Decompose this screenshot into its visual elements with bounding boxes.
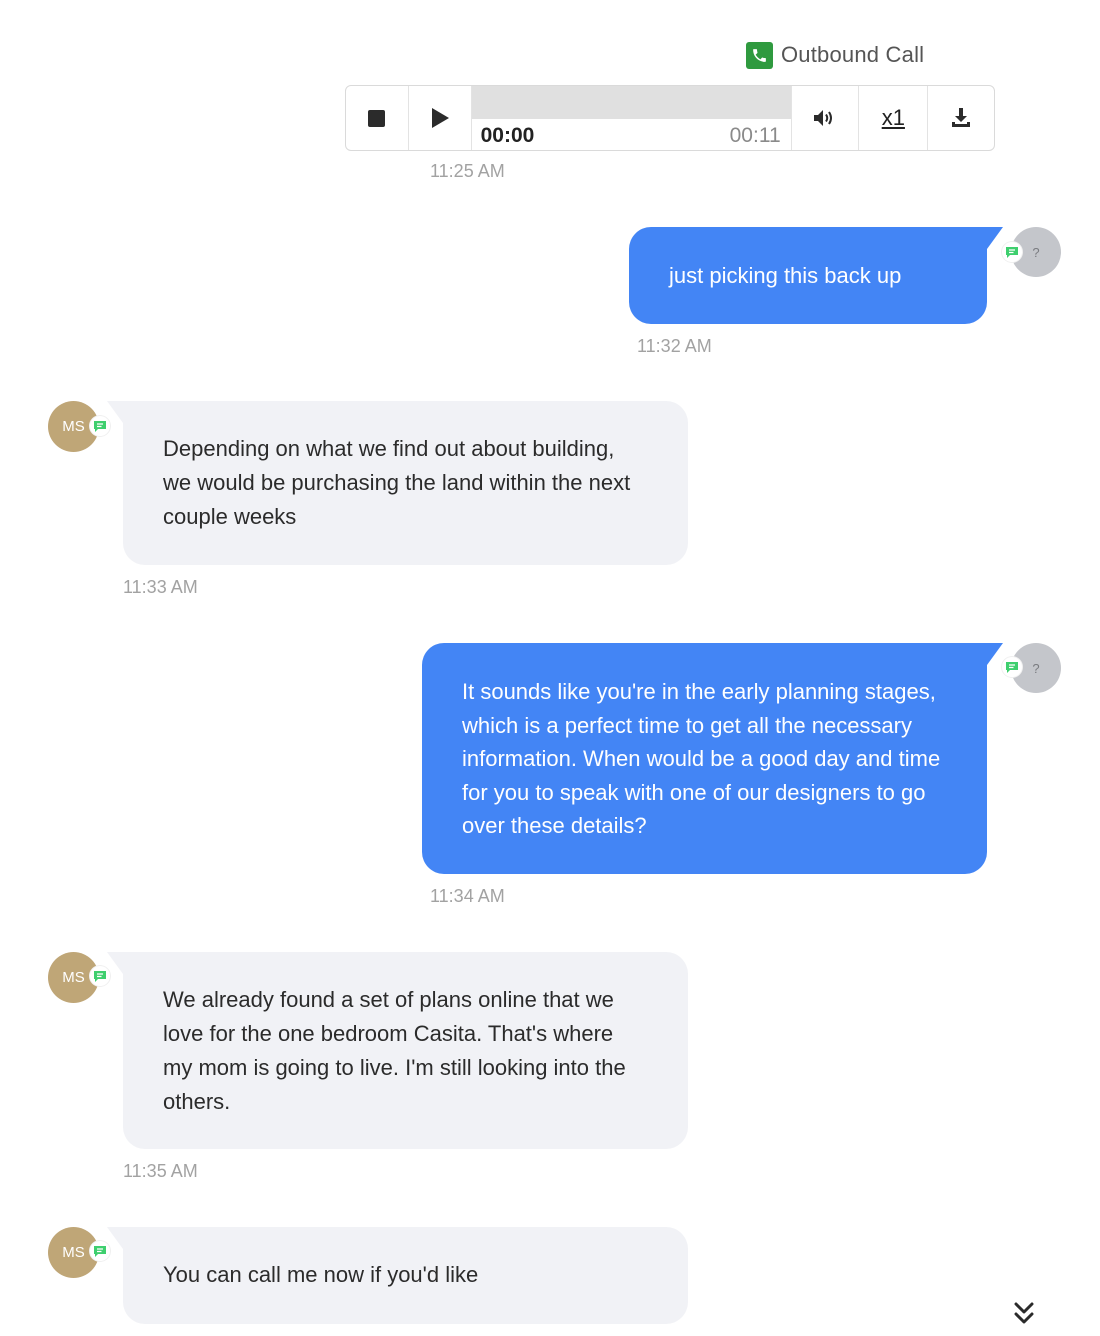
inbound-message: You can call me now if you'd like	[107, 1227, 688, 1324]
current-time: 00:00	[480, 124, 535, 147]
message-timestamp: 11:34 AM	[430, 886, 505, 906]
inbound-message: Depending on what we find out about buil…	[107, 401, 688, 565]
play-icon	[431, 108, 449, 128]
volume-icon	[814, 110, 833, 126]
message-timestamp: 11:35 AM	[123, 1161, 198, 1181]
message-text: just picking this back up	[669, 263, 902, 288]
message-text: Depending on what we find out about buil…	[163, 436, 631, 529]
stop-button[interactable]	[346, 86, 409, 150]
call-header: Outbound Call	[746, 39, 924, 71]
call-title: Outbound Call	[781, 42, 925, 67]
outbound-message: It sounds like you're in the early plann…	[422, 643, 1003, 874]
stop-icon	[368, 109, 386, 127]
audio-player: 00:00 00:11 x1	[345, 85, 995, 151]
message-timestamp: 11:33 AM	[123, 577, 198, 597]
volume-button[interactable]	[792, 86, 860, 150]
message-text: We already found a set of plans online t…	[163, 987, 626, 1114]
download-button[interactable]	[928, 86, 994, 150]
message-text: You can call me now if you'd like	[163, 1262, 479, 1287]
message-text: It sounds like you're in the early plann…	[462, 679, 941, 838]
download-icon	[952, 108, 971, 127]
double-chevron-down-icon	[1014, 1302, 1034, 1324]
progress-bar[interactable]	[471, 86, 791, 119]
scroll-to-bottom-button[interactable]	[1008, 1294, 1040, 1334]
audio-track[interactable]: 00:00 00:11	[471, 86, 792, 150]
sms-icon	[1002, 242, 1022, 262]
phone-icon	[746, 41, 773, 69]
call-timestamp: 11:25 AM	[430, 161, 505, 181]
play-button[interactable]	[409, 86, 472, 150]
message-timestamp: 11:32 AM	[637, 336, 712, 356]
sms-icon	[1002, 657, 1022, 677]
playback-speed-button[interactable]: x1	[859, 86, 929, 150]
duration: 00:11	[729, 124, 781, 147]
outbound-message: just picking this back up	[629, 227, 1003, 324]
inbound-message: We already found a set of plans online t…	[107, 952, 688, 1149]
